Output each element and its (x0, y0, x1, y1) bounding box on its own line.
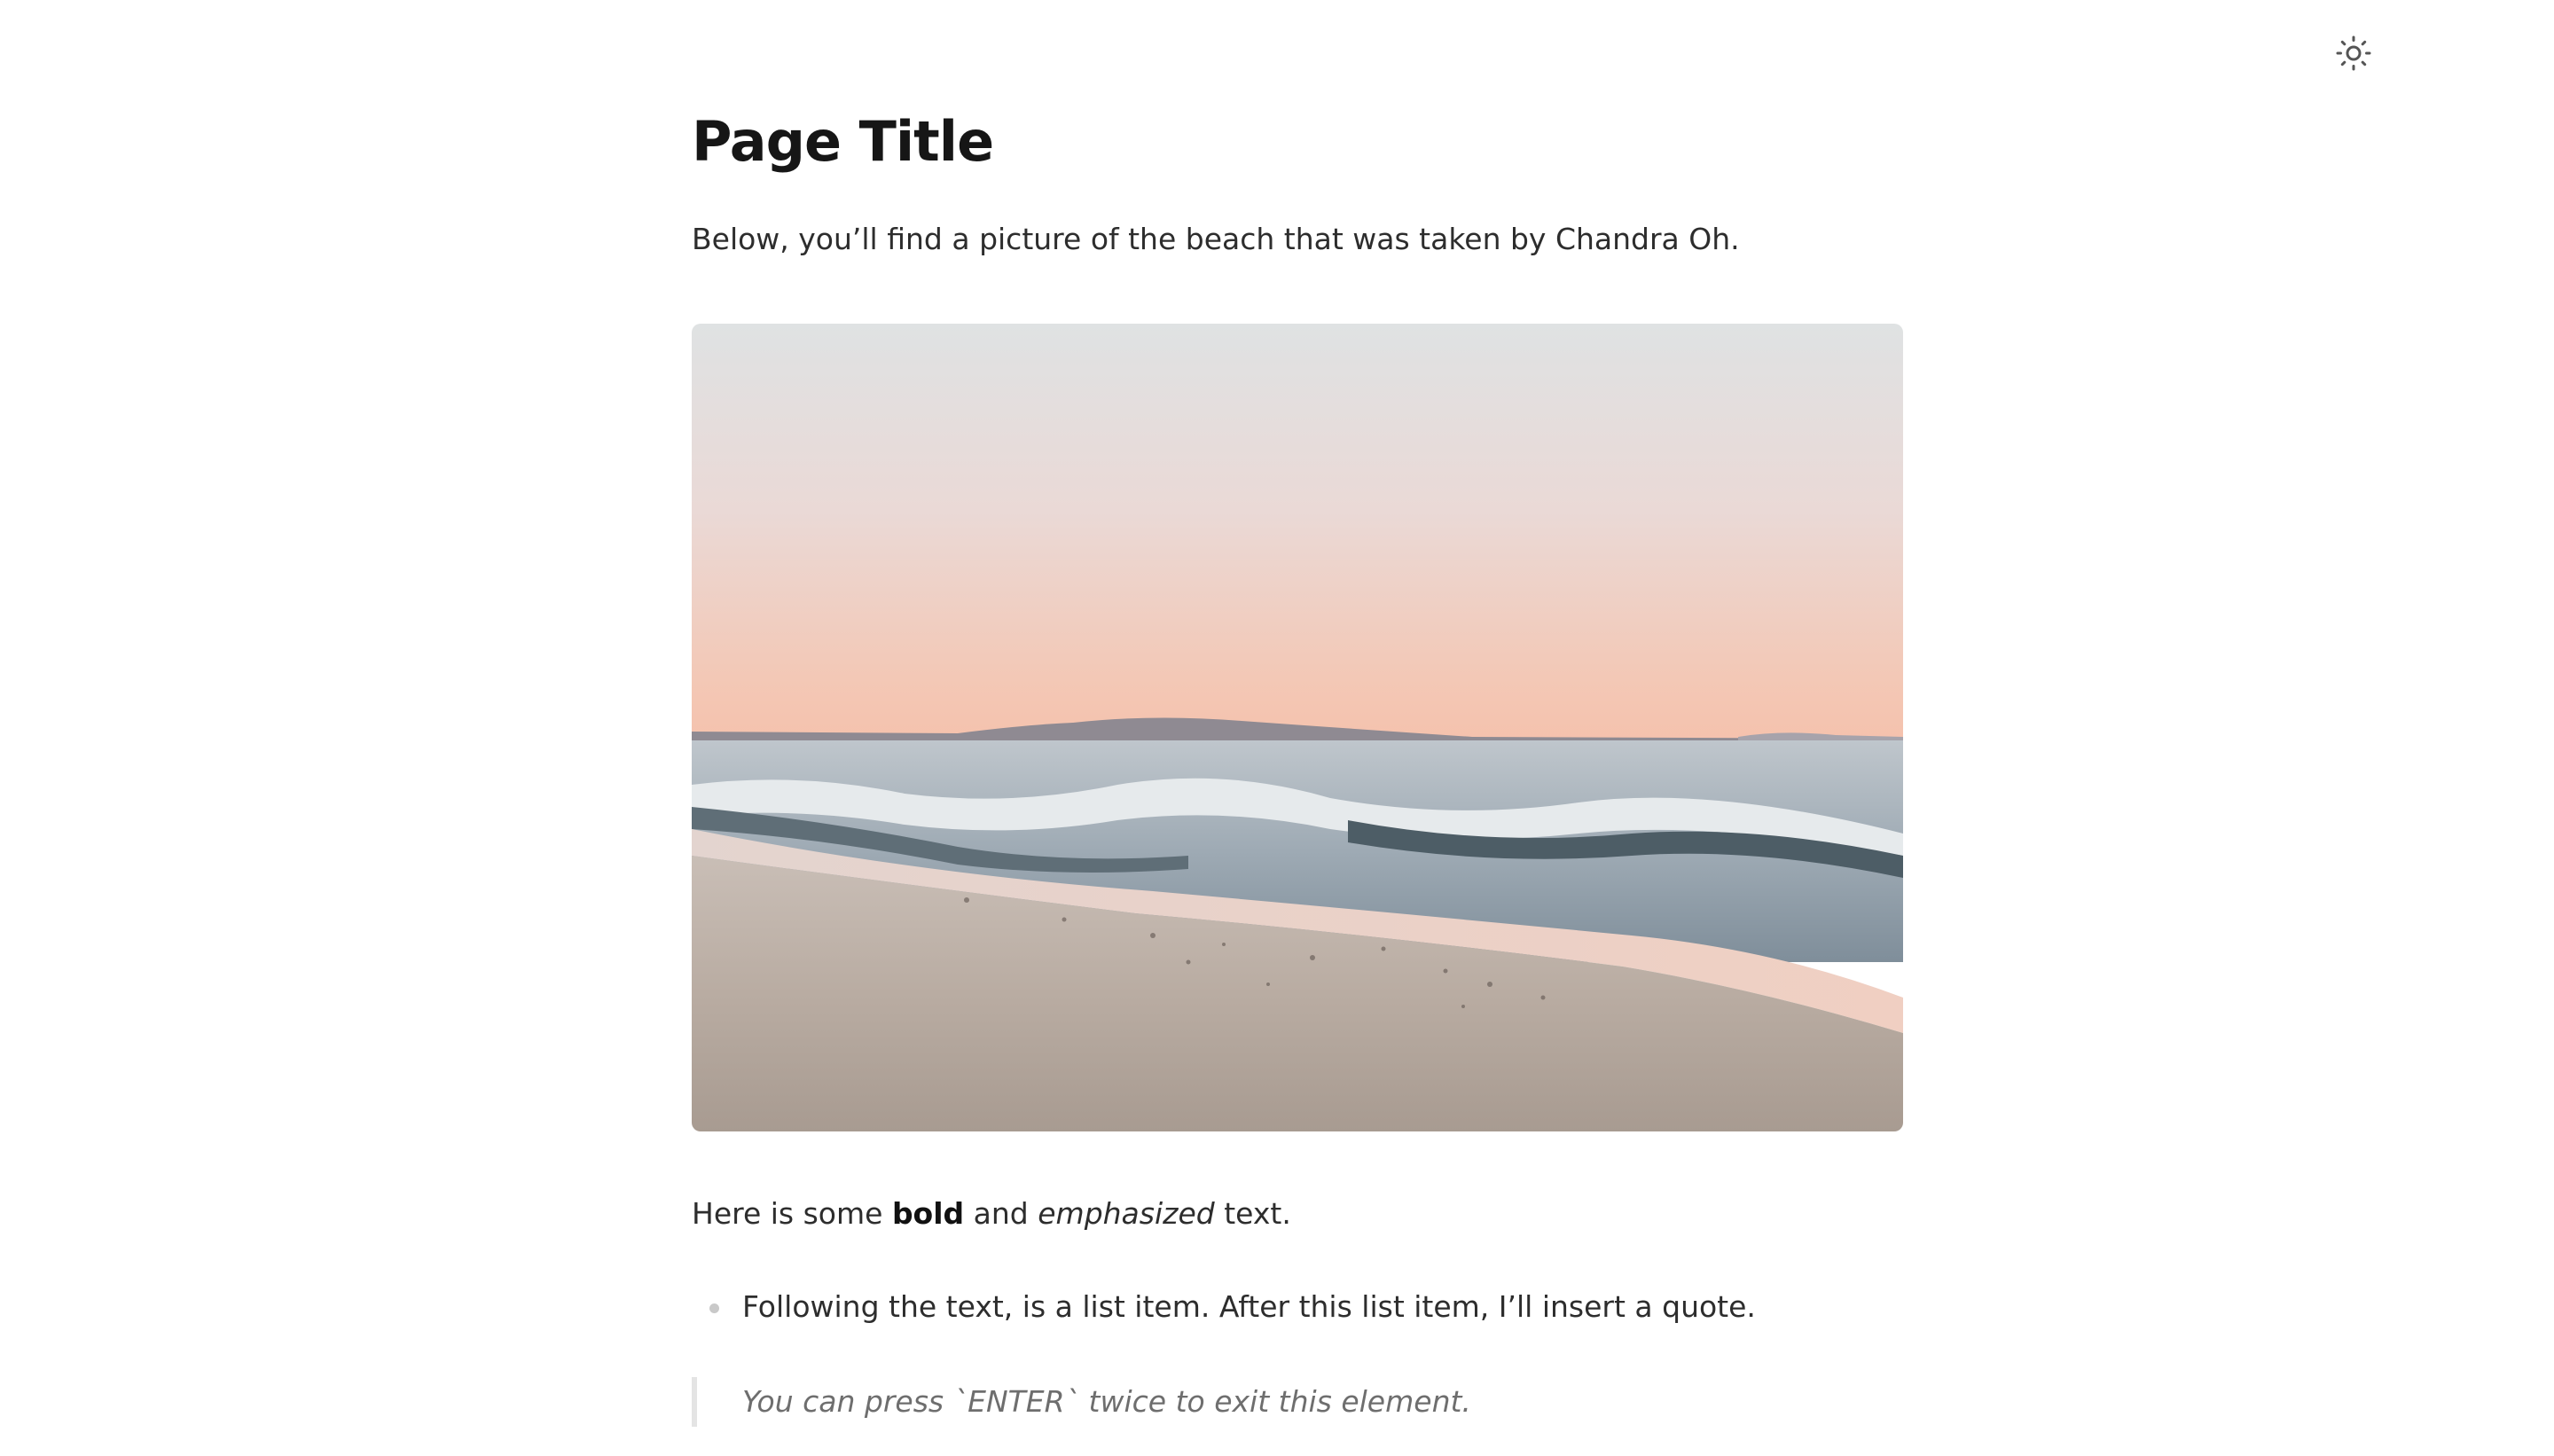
sun-icon (2334, 34, 2373, 76)
block-quote[interactable]: You can press `ENTER` twice to exit this… (692, 1377, 1471, 1427)
formatted-text-suffix: text. (1214, 1196, 1291, 1231)
list-item[interactable]: Following the text, is a list item. Afte… (692, 1286, 1756, 1328)
page-title[interactable]: Page Title (692, 103, 994, 181)
list-item-text: Following the text, is a list item. Afte… (742, 1289, 1756, 1324)
bulleted-list: Following the text, is a list item. Afte… (692, 1286, 1756, 1328)
formatted-paragraph[interactable]: Here is some bold and emphasized text. (692, 1193, 1291, 1235)
emphasized-text: emphasized (1038, 1196, 1215, 1231)
formatted-text-middle: and (964, 1196, 1038, 1231)
beach-photo[interactable] (692, 324, 1903, 1131)
formatted-text-prefix: Here is some (692, 1196, 892, 1231)
bullet-icon (709, 1303, 719, 1313)
bold-text: bold (891, 1196, 965, 1231)
theme-toggle-button[interactable] (2331, 32, 2377, 78)
intro-paragraph[interactable]: Below, you’ll find a picture of the beac… (692, 218, 1740, 261)
